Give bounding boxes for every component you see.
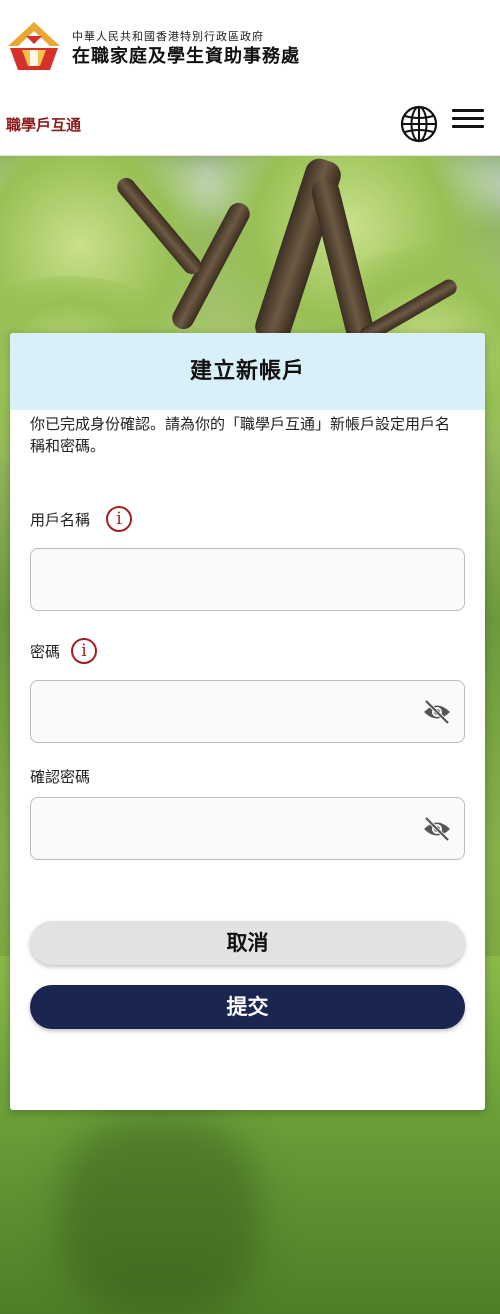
password-input[interactable] (31, 681, 464, 742)
hamburger-menu-icon[interactable] (452, 106, 486, 140)
gov-header: 中華人民共和國香港特別行政區政府 在職家庭及學生資助事務處 (0, 0, 500, 100)
username-label: 用戶名稱 (30, 511, 91, 529)
brand-link[interactable]: 職學戶互通 (6, 114, 81, 135)
menu-line (452, 109, 484, 112)
eye-slash-icon[interactable] (422, 816, 452, 842)
menu-line (452, 117, 484, 120)
menu-line (452, 125, 484, 128)
card-title: 建立新帳戶 (189, 359, 305, 384)
department-logo[interactable] (6, 20, 62, 72)
username-info-icon[interactable]: i (106, 506, 132, 532)
confirm-password-field[interactable] (30, 797, 465, 860)
password-info-icon[interactable]: i (71, 638, 97, 664)
create-account-card: 建立新帳戶 你已完成身份確認。請為你的「職學戶互通」新帳戶設定用戶名稱和密碼。 … (10, 333, 485, 1110)
confirm-password-label: 確認密碼 (30, 768, 91, 786)
tree-shadow (60, 1116, 260, 1314)
card-header: 建立新帳戶 (10, 333, 485, 410)
password-label: 密碼 (30, 643, 61, 661)
password-field[interactable] (30, 680, 465, 743)
confirm-password-input[interactable] (31, 798, 464, 859)
gov-office-name: 在職家庭及學生資助事務處 (72, 46, 300, 67)
eye-slash-icon[interactable] (422, 699, 452, 725)
cancel-button[interactable]: 取消 (30, 921, 465, 965)
username-field[interactable] (30, 548, 465, 611)
submit-button[interactable]: 提交 (30, 985, 465, 1029)
username-input[interactable] (31, 549, 464, 610)
intro-text: 你已完成身份確認。請為你的「職學戶互通」新帳戶設定用戶名稱和密碼。 (30, 415, 451, 455)
globe-icon[interactable] (400, 105, 438, 143)
